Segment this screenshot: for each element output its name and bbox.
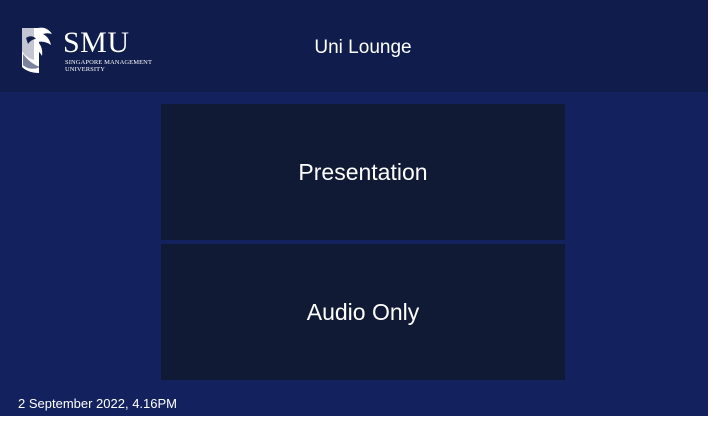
presentation-mode-button[interactable]: Presentation (161, 104, 565, 240)
smu-lion-icon (22, 27, 52, 73)
datetime-display: 2 September 2022, 4.16PM (18, 396, 177, 411)
room-title: Uni Lounge (314, 37, 412, 58)
control-panel-screen: SMU SINGAPORE MANAGEMENT UNIVERSITY Uni … (0, 0, 708, 416)
header-bar: SMU SINGAPORE MANAGEMENT UNIVERSITY Uni … (0, 0, 708, 92)
audio-only-mode-label: Audio Only (306, 299, 420, 325)
presentation-mode-label: Presentation (298, 159, 428, 185)
smu-logo-text: SMU (63, 26, 130, 59)
audio-only-mode-button[interactable]: Audio Only (161, 244, 565, 380)
smu-logo: SMU SINGAPORE MANAGEMENT UNIVERSITY (18, 24, 178, 80)
smu-logo-subtext: SINGAPORE MANAGEMENT UNIVERSITY (65, 59, 153, 73)
